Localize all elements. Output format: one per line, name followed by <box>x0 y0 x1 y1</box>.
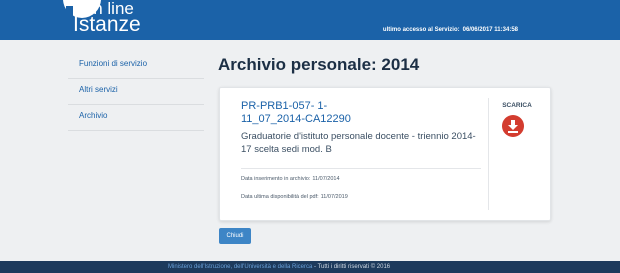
logo-bar <box>66 6 73 30</box>
document-code-line1: PR-PRB1-057- 1- <box>241 100 328 112</box>
availability-date: Data ultima disponibilità del pdf: 11/07/… <box>241 194 348 200</box>
sidebar-item-archivio[interactable]: Archivio <box>68 105 204 131</box>
footer: Ministero dell'Istruzione, dell'Universi… <box>0 261 620 273</box>
availability-date-value: 11/07/2019 <box>320 194 348 200</box>
insert-date-value: 11/07/2014 <box>312 176 340 182</box>
insert-date: Data inserimento in archivio: 11/07/2014 <box>241 176 340 182</box>
availability-date-label: Data ultima disponibilità del pdf: <box>241 194 319 200</box>
header-bar: On line Istanze ultimo accesso al Serviz… <box>0 0 620 40</box>
sidebar-item-funzioni[interactable]: Funzioni di servizio <box>68 53 204 79</box>
last-access-label: ultimo accesso al Servizio: <box>382 27 460 33</box>
document-code[interactable]: PR-PRB1-057- 1- 11_07_2014-CA12290 <box>241 100 466 126</box>
sidebar: Funzioni di servizio Altri servizi Archi… <box>68 53 204 131</box>
card-divider <box>241 168 481 169</box>
document-title: Graduatorie d'istituto personale docente… <box>241 131 476 155</box>
last-access-info: ultimo accesso al Servizio: 06/06/2017 11… <box>380 27 518 33</box>
footer-ministry-link[interactable]: Ministero dell'Istruzione, dell'Universi… <box>168 264 312 270</box>
document-code-line2: 11_07_2014-CA12290 <box>241 113 351 125</box>
document-card: PR-PRB1-057- 1- 11_07_2014-CA12290 Gradu… <box>219 87 551 221</box>
card-vertical-divider <box>488 98 489 210</box>
download-label: SCARICA <box>502 102 532 109</box>
last-access-value: 06/06/2017 11:34:58 <box>462 27 518 33</box>
insert-date-label: Data inserimento in archivio: <box>241 176 311 182</box>
logo-text-bottom: Istanze <box>73 13 141 36</box>
page-title: Archivio personale: 2014 <box>218 55 420 74</box>
footer-text: Ministero dell'Istruzione, dell'Universi… <box>168 264 390 270</box>
download-arrow-icon[interactable] <box>502 115 524 137</box>
close-button[interactable]: Chiudi <box>219 228 251 244</box>
footer-rights: - Tutti i diritti riservati © 2016 <box>312 264 391 270</box>
sidebar-item-altri-servizi[interactable]: Altri servizi <box>68 79 204 105</box>
